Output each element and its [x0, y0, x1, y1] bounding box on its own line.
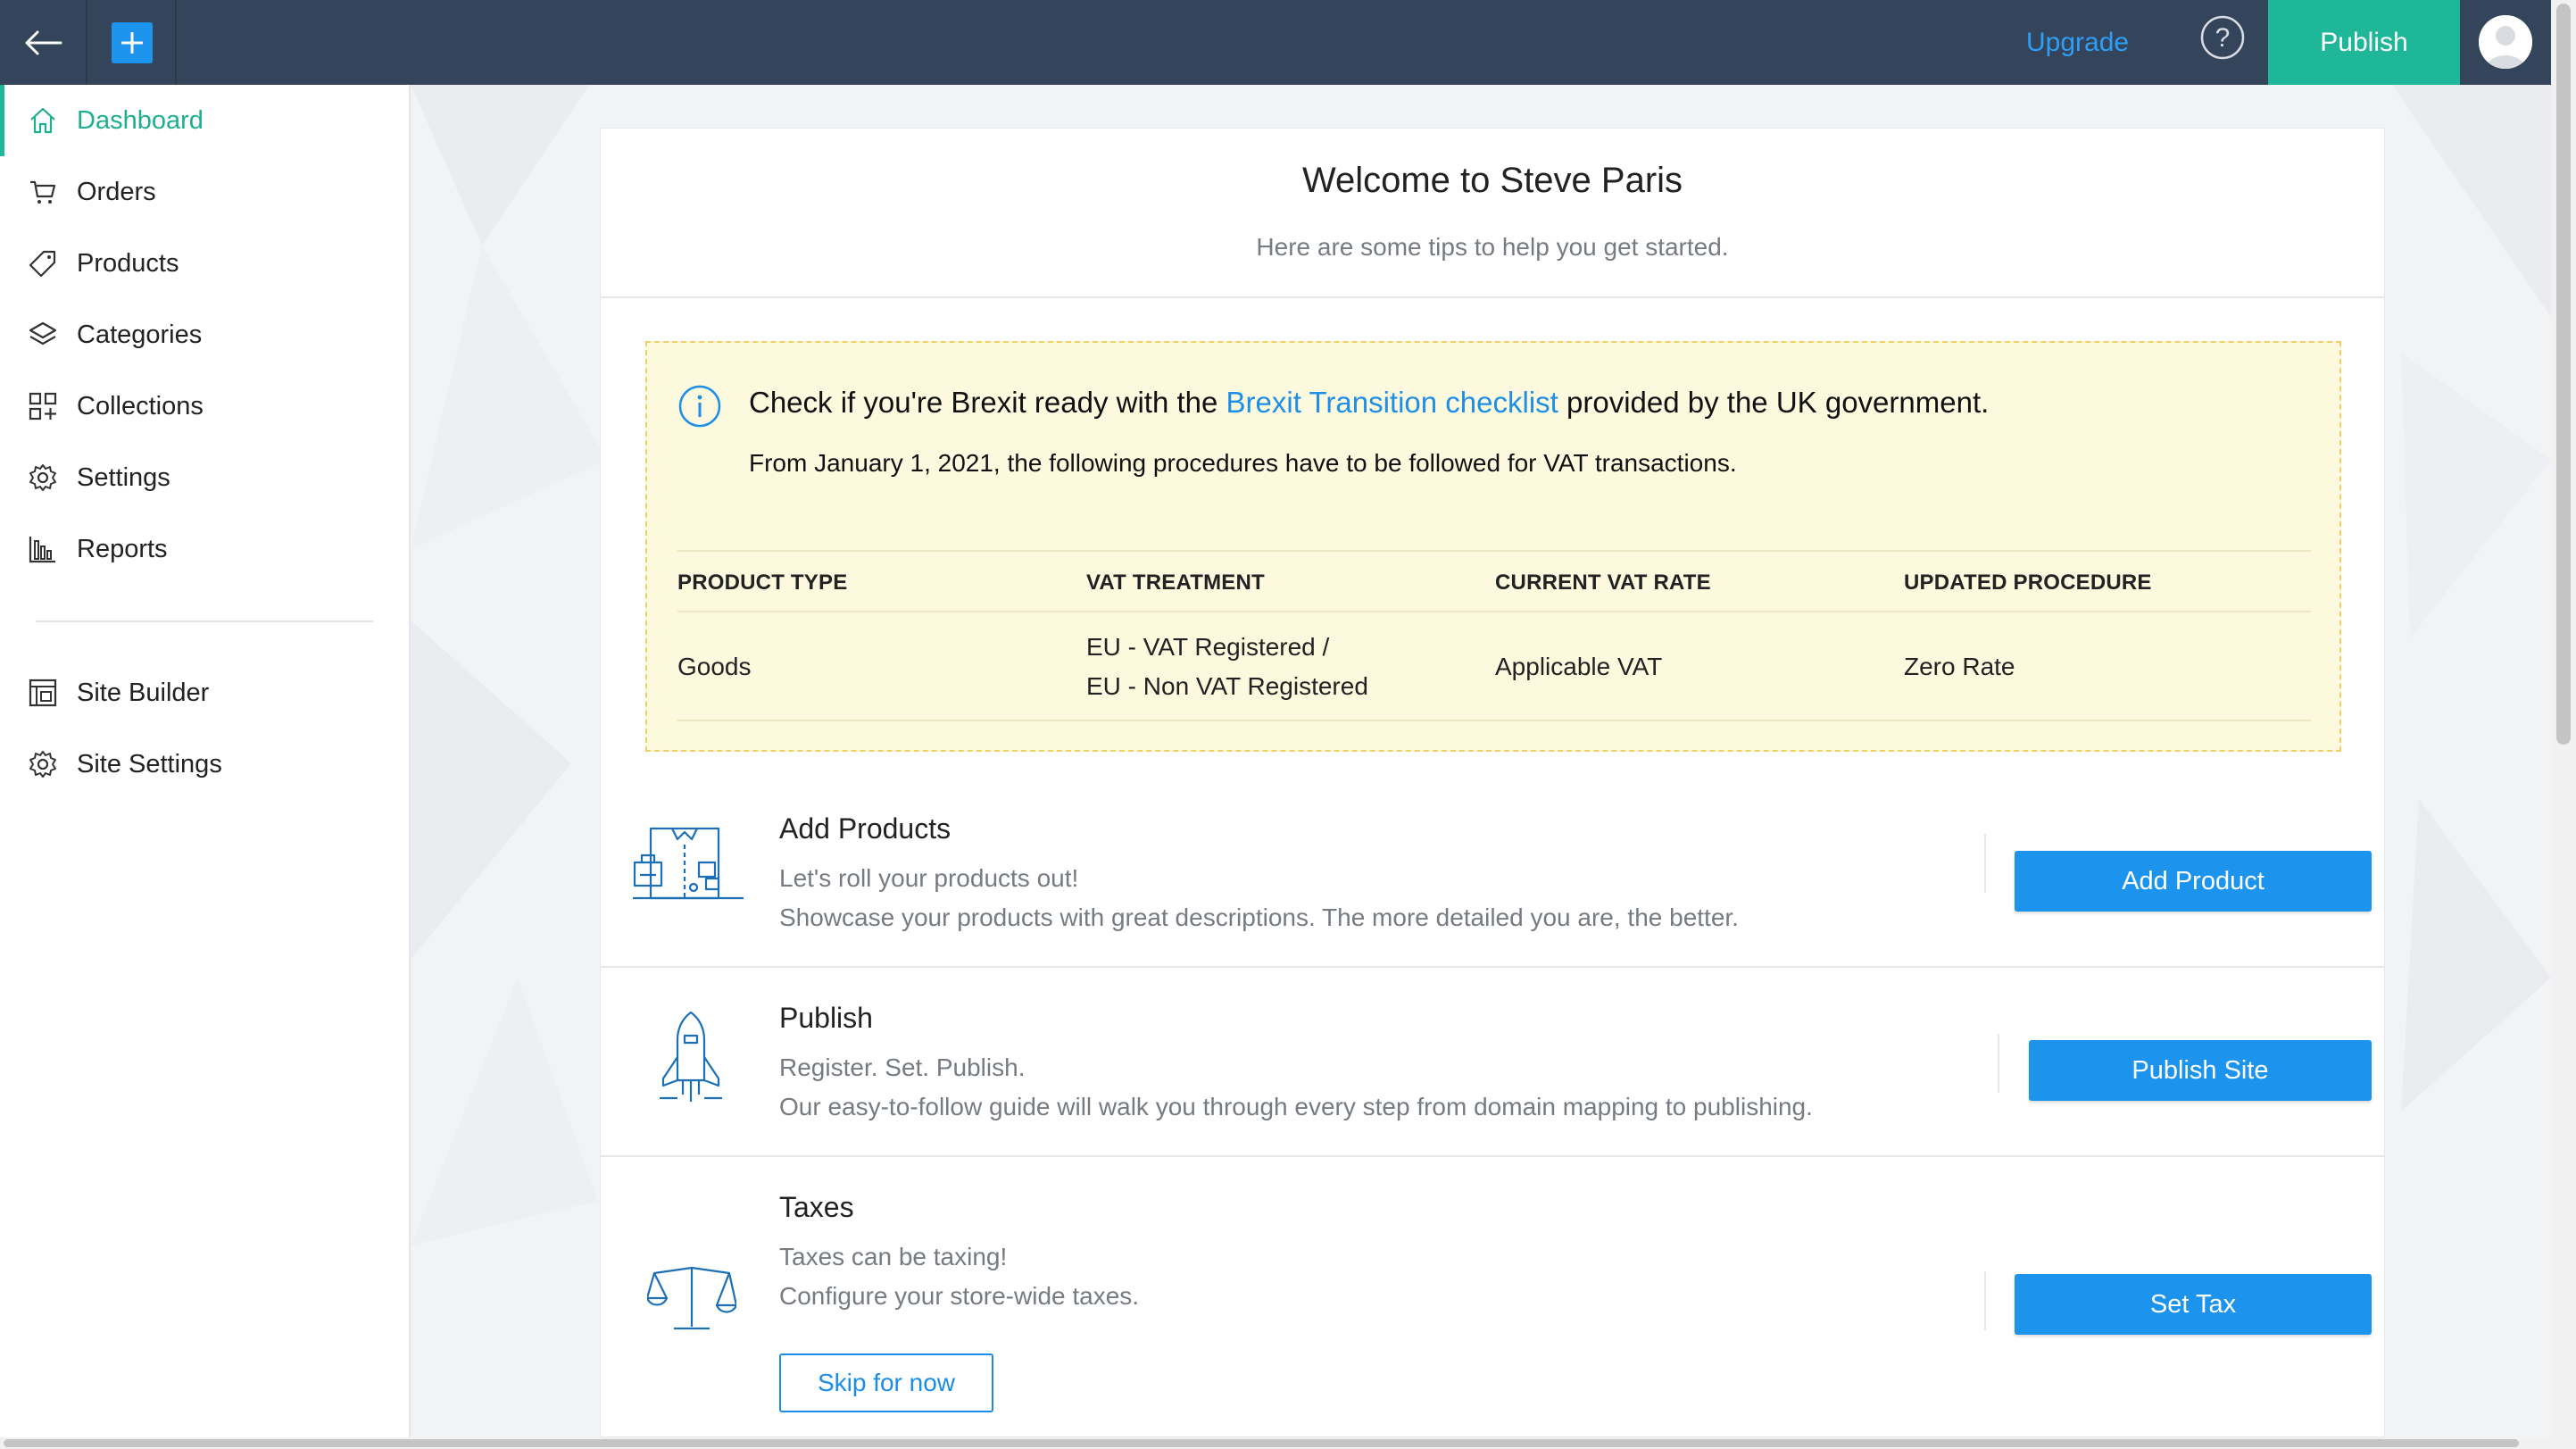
sidebar-item-label: Site Builder [77, 678, 210, 707]
sidebar-item-reports[interactable]: Reports [0, 513, 409, 585]
cart-icon [27, 176, 59, 208]
avatar[interactable] [2479, 15, 2532, 69]
current-vat-rate-cell: Applicable VAT [1495, 653, 1663, 680]
sidebar-item-settings[interactable]: Settings [0, 442, 409, 513]
vertical-scrollbar[interactable] [2551, 0, 2576, 1449]
svg-text:?: ? [2215, 23, 2231, 53]
divider [1998, 1034, 1999, 1093]
product-type-cell: Goods [677, 653, 752, 680]
sidebar-item-label: Site Settings [77, 749, 222, 779]
updated-procedure-cell: Zero Rate [1904, 653, 2015, 680]
sidebar-item-label: Orders [77, 177, 156, 206]
help-button[interactable]: ? [2199, 14, 2246, 61]
scrollbar-thumb[interactable] [2556, 4, 2571, 745]
column-header: VAT TREATMENT [1086, 570, 1265, 595]
brexit-description: From January 1, 2021, the following proc… [749, 449, 1737, 477]
publish-site-button[interactable]: Publish Site [2029, 1040, 2372, 1101]
user-avatar-icon [2479, 15, 2532, 69]
vat-treatment-line: EU - VAT Registered / [1086, 633, 1330, 661]
upgrade-link[interactable]: Upgrade [2026, 0, 2129, 85]
question-circle-icon: ? [2200, 15, 2245, 60]
tag-icon [27, 247, 59, 279]
column-header: UPDATED PROCEDURE [1904, 570, 2152, 595]
table-row: Goods EU - VAT Registered / EU - Non VAT… [677, 612, 2311, 721]
rocket-illustration-icon [660, 1011, 722, 1102]
divider [1984, 834, 1986, 893]
brexit-text-before: Check if you're Brexit ready with the [749, 386, 1226, 419]
tip-line: Our easy-to-follow guide will walk you t… [779, 1093, 1813, 1120]
sidebar-item-collections[interactable]: Collections [0, 371, 409, 442]
table-header-row: PRODUCT TYPE VAT TREATMENT CURRENT VAT R… [677, 550, 2311, 612]
plus-icon [112, 21, 153, 63]
sidebar-item-label: Collections [77, 391, 204, 421]
sidebar-item-dashboard[interactable]: Dashboard [0, 85, 409, 156]
sidebar-divider [36, 620, 373, 622]
page-title: Welcome to Steve Paris [1301, 161, 1683, 200]
brexit-headline: Check if you're Brexit ready with the Br… [749, 386, 1989, 420]
sidebar-item-label: Products [77, 248, 179, 278]
sidebar-item-orders[interactable]: Orders [0, 156, 409, 228]
publish-button[interactable]: Publish [2268, 0, 2460, 85]
tip-title: Publish [779, 1002, 873, 1034]
sidebar-item-label: Settings [77, 462, 170, 492]
sidebar-item-site-settings[interactable]: Site Settings [0, 729, 409, 800]
tip-line: Taxes can be taxing! [779, 1243, 1008, 1270]
vat-treatment-cell: EU - VAT Registered / EU - Non VAT Regis… [1086, 612, 1368, 721]
skip-for-now-button[interactable]: Skip for now [779, 1353, 993, 1412]
tip-line: Configure your store-wide taxes. [779, 1282, 1140, 1310]
sidebar-item-categories[interactable]: Categories [0, 299, 409, 371]
card-header: Welcome to Steve Paris Here are some tip… [601, 129, 2384, 298]
welcome-card: Welcome to Steve Paris Here are some tip… [600, 128, 2385, 1437]
column-header: PRODUCT TYPE [677, 570, 848, 595]
tip-line: Register. Set. Publish. [779, 1053, 1026, 1081]
back-button[interactable] [0, 0, 87, 85]
tip-title: Add Products [779, 812, 951, 845]
vat-treatment-line: EU - Non VAT Registered [1086, 672, 1368, 700]
scrollbar-thumb[interactable] [4, 1439, 2519, 1447]
column-header: CURRENT VAT RATE [1495, 570, 1711, 595]
top-bar: Upgrade ? Publish [0, 0, 2551, 85]
brexit-checklist-link[interactable]: Brexit Transition checklist [1226, 386, 1558, 419]
gear-icon [27, 748, 59, 780]
info-icon [678, 385, 721, 428]
sidebar-item-site-builder[interactable]: Site Builder [0, 657, 409, 729]
page-subtitle: Here are some tips to help you get start… [1256, 233, 1729, 261]
divider [1984, 1271, 1986, 1330]
home-icon [27, 104, 59, 137]
brexit-notice: Check if you're Brexit ready with the Br… [645, 341, 2341, 752]
add-product-button[interactable]: Add Product [2015, 851, 2372, 912]
scales-illustration-icon [647, 1266, 736, 1330]
horizontal-scrollbar[interactable] [0, 1437, 2551, 1449]
sidebar: Dashboard Orders Products Categories Col… [0, 85, 411, 1437]
arrow-left-icon [25, 30, 62, 54]
grid-plus-icon [27, 390, 59, 422]
layers-icon [27, 319, 59, 351]
site-builder-icon [27, 677, 59, 709]
set-tax-button[interactable]: Set Tax [2015, 1274, 2372, 1335]
bar-chart-icon [27, 533, 59, 565]
tip-line: Let's roll your products out! [779, 864, 1079, 892]
gear-icon [27, 462, 59, 494]
add-button[interactable] [89, 0, 177, 85]
sidebar-item-label: Dashboard [77, 105, 204, 135]
tip-title: Taxes [779, 1191, 854, 1223]
sidebar-item-label: Reports [77, 534, 168, 563]
brexit-text-after: provided by the UK government. [1558, 386, 1990, 419]
sidebar-item-label: Categories [77, 320, 203, 349]
sidebar-item-products[interactable]: Products [0, 228, 409, 299]
tip-line: Showcase your products with great descri… [779, 904, 1739, 931]
products-illustration-icon [633, 827, 744, 900]
